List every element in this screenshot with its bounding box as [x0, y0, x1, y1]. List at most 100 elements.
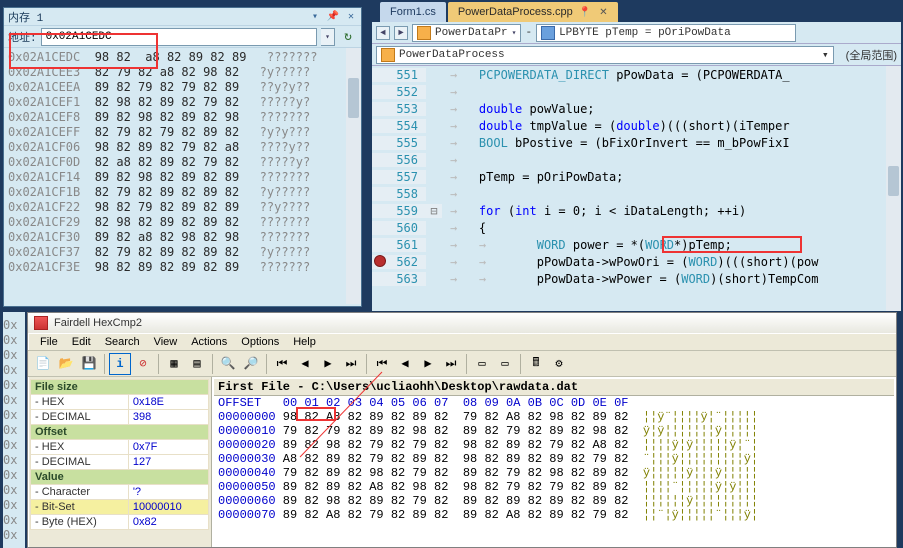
- menu-edit[interactable]: Edit: [66, 334, 97, 350]
- next2-icon[interactable]: ▶: [417, 353, 439, 375]
- last2-icon[interactable]: ⏭: [440, 353, 462, 375]
- menu-actions[interactable]: Actions: [185, 334, 233, 350]
- address-dropdown-icon[interactable]: ▾: [321, 28, 335, 46]
- memory-row[interactable]: 0x02A1CF37 82 79 82 89 82 89 82 ?y?????: [8, 245, 357, 260]
- hex-row[interactable]: 00000060 89 82 98 82 89 82 79 82 89 82 8…: [214, 494, 894, 508]
- code-line[interactable]: 555→ BOOL bPostive = (bFixOrInvert == m_…: [372, 134, 901, 151]
- menu-view[interactable]: View: [148, 334, 184, 350]
- memory-row[interactable]: 0x02A1CEFF 82 79 82 79 82 89 82 ?y?y???: [8, 125, 357, 140]
- gutter-prefix: 0x: [3, 363, 25, 378]
- scrollbar[interactable]: [346, 48, 361, 304]
- hex-row[interactable]: 00000040 79 82 89 82 98 82 79 82 89 82 7…: [214, 466, 894, 480]
- pin-icon[interactable]: 📌: [327, 11, 339, 23]
- save-icon[interactable]: 💾: [78, 353, 100, 375]
- code-line[interactable]: 557→ pTemp = pOriPowData;: [372, 168, 901, 185]
- hex-row[interactable]: 00000000 98 82 A8 82 89 82 89 82 79 82 A…: [214, 410, 894, 424]
- memory-row[interactable]: 0x02A1CEE3 82 79 82 a8 82 98 82 ?y?????: [8, 65, 357, 80]
- process-dropdown[interactable]: PowerDataProcess▾: [376, 46, 834, 64]
- hex-row[interactable]: 00000070 89 82 A8 82 79 82 89 82 89 82 A…: [214, 508, 894, 522]
- hexcmp-properties: File size - HEX0x18E - DECIMAL398 Offset…: [28, 377, 212, 547]
- hexcmp-titlebar[interactable]: Fairdell HexCmp2: [28, 313, 896, 333]
- code-line[interactable]: 561→ → WORD power = *(WORD*)pTemp;: [372, 236, 901, 253]
- dropdown-icon[interactable]: ▾: [309, 11, 321, 23]
- nav-fwd-icon[interactable]: ►: [394, 26, 408, 40]
- memory-row[interactable]: 0x02A1CEF1 82 98 82 89 82 79 82 ?????y?: [8, 95, 357, 110]
- first2-icon[interactable]: ⏮: [371, 353, 393, 375]
- hex-row[interactable]: 00000020 89 82 98 82 79 82 79 82 98 82 8…: [214, 438, 894, 452]
- nav-back-icon[interactable]: ◄: [376, 26, 390, 40]
- memory-row[interactable]: 0x02A1CF29 82 98 82 89 82 89 82 ???????: [8, 215, 357, 230]
- code-line[interactable]: 558→: [372, 185, 901, 202]
- code-line[interactable]: 552→: [372, 83, 901, 100]
- close-icon[interactable]: ✕: [345, 11, 357, 23]
- first-icon[interactable]: ⏮: [271, 353, 293, 375]
- first-file-label: First File - C:\Users\ucliaohh\Desktop\r…: [214, 379, 894, 396]
- info-icon[interactable]: i: [109, 353, 131, 375]
- code-area[interactable]: 551→ PCPOWERDATA_DIRECT pPowData = (PCPO…: [372, 66, 901, 311]
- gutter-prefix: 0x: [3, 333, 25, 348]
- tab-form1[interactable]: Form1.cs: [380, 2, 446, 22]
- class-dropdown[interactable]: PowerDataPr▾: [412, 24, 521, 42]
- code-line[interactable]: 562→ → pPowData->wPowOri = (WORD)(((shor…: [372, 253, 901, 270]
- memory-hex-view[interactable]: 0x02A1CEDC 98 82 a8 82 89 82 89 ???????0…: [4, 48, 361, 304]
- last-icon[interactable]: ⏭: [340, 353, 362, 375]
- calc-icon[interactable]: 🖩: [525, 353, 547, 375]
- hexcmp-title: Fairdell HexCmp2: [54, 317, 142, 329]
- address-bar: 地址: ▾ ↻: [4, 26, 361, 48]
- memory-row[interactable]: 0x02A1CEDC 98 82 a8 82 89 82 89 ???????: [8, 50, 357, 65]
- code-line[interactable]: 563→ → pPowData->wPower = (WORD)(short)T…: [372, 270, 901, 287]
- close-icon[interactable]: ✕: [599, 7, 607, 18]
- memory-row[interactable]: 0x02A1CF3E 98 82 89 82 89 82 89 ???????: [8, 260, 357, 275]
- memory-row[interactable]: 0x02A1CF14 89 82 98 82 89 82 89 ???????: [8, 170, 357, 185]
- memory-row[interactable]: 0x02A1CEF8 89 82 98 82 89 82 98 ???????: [8, 110, 357, 125]
- code-line[interactable]: 551→ PCPOWERDATA_DIRECT pPowData = (PCPO…: [372, 66, 901, 83]
- hexcmp-hex-view[interactable]: First File - C:\Users\ucliaohh\Desktop\r…: [212, 377, 896, 547]
- grid2-icon[interactable]: ▤: [186, 353, 208, 375]
- code-line[interactable]: 559⊟→ for (int i = 0; i < iDataLength; +…: [372, 202, 901, 219]
- code-line[interactable]: 556→: [372, 151, 901, 168]
- menu-help[interactable]: Help: [287, 334, 322, 350]
- view2-icon[interactable]: ▭: [494, 353, 516, 375]
- gutter-prefix: 0x: [3, 393, 25, 408]
- gutter-prefix: 0x: [3, 483, 25, 498]
- settings-icon[interactable]: ⚙: [548, 353, 570, 375]
- gutter-prefix: 0x: [3, 408, 25, 423]
- menu-options[interactable]: Options: [235, 334, 285, 350]
- hex-row[interactable]: 00000030 A8 82 89 82 79 82 89 82 98 82 8…: [214, 452, 894, 466]
- new-icon[interactable]: 📄: [32, 353, 54, 375]
- prev-icon[interactable]: ◀: [294, 353, 316, 375]
- cancel-icon[interactable]: ⊘: [132, 353, 154, 375]
- hex-row[interactable]: 00000050 89 82 89 82 A8 82 98 82 98 82 7…: [214, 480, 894, 494]
- code-line[interactable]: 553→ double powValue;: [372, 100, 901, 117]
- prev2-icon[interactable]: ◀: [394, 353, 416, 375]
- breakpoint-icon[interactable]: [374, 255, 386, 267]
- address-input[interactable]: [41, 28, 317, 46]
- code-line[interactable]: 560→ {: [372, 219, 901, 236]
- pin-icon[interactable]: 📍: [579, 7, 591, 18]
- memory-row[interactable]: 0x02A1CF30 89 82 a8 82 98 82 98 ???????: [8, 230, 357, 245]
- hex-row[interactable]: 00000010 79 82 79 82 89 82 98 82 89 82 7…: [214, 424, 894, 438]
- address-label: 地址:: [8, 29, 37, 45]
- refresh-icon[interactable]: ↻: [339, 28, 357, 46]
- find-icon[interactable]: 🔍: [217, 353, 239, 375]
- memory-row[interactable]: 0x02A1CF1B 82 79 82 89 82 89 82 ?y?????: [8, 185, 357, 200]
- memory-row[interactable]: 0x02A1CF0D 82 a8 82 89 82 79 82 ?????y?: [8, 155, 357, 170]
- memory-row[interactable]: 0x02A1CEEA 89 82 79 82 79 82 89 ??y?y??: [8, 80, 357, 95]
- gutter-prefix: 0x: [3, 528, 25, 543]
- next-icon[interactable]: ▶: [317, 353, 339, 375]
- view1-icon[interactable]: ▭: [471, 353, 493, 375]
- memory-row[interactable]: 0x02A1CF06 98 82 89 82 79 82 a8 ????y??: [8, 140, 357, 155]
- tab-powerdataprocess[interactable]: PowerDataProcess.cpp📍✕: [448, 2, 618, 22]
- function-dropdown[interactable]: LPBYTE pTemp = pOriPowData: [536, 24, 796, 42]
- memory-panel: 内存 1 ▾ 📌 ✕ 地址: ▾ ↻ 0x02A1CEDC 98 82 a8 8…: [3, 7, 362, 307]
- menu-file[interactable]: File: [34, 334, 64, 350]
- process-bar: PowerDataProcess▾ (全局范围): [372, 44, 901, 66]
- menu-search[interactable]: Search: [99, 334, 146, 350]
- find-next-icon[interactable]: 🔎: [240, 353, 262, 375]
- code-line[interactable]: 554→ double tmpValue = (double)(((short)…: [372, 117, 901, 134]
- scrollbar[interactable]: [886, 66, 901, 311]
- open-icon[interactable]: 📂: [55, 353, 77, 375]
- gutter-prefix: 0x: [3, 453, 25, 468]
- memory-row[interactable]: 0x02A1CF22 98 82 79 82 89 82 89 ??y????: [8, 200, 357, 215]
- grid-icon[interactable]: ▦: [163, 353, 185, 375]
